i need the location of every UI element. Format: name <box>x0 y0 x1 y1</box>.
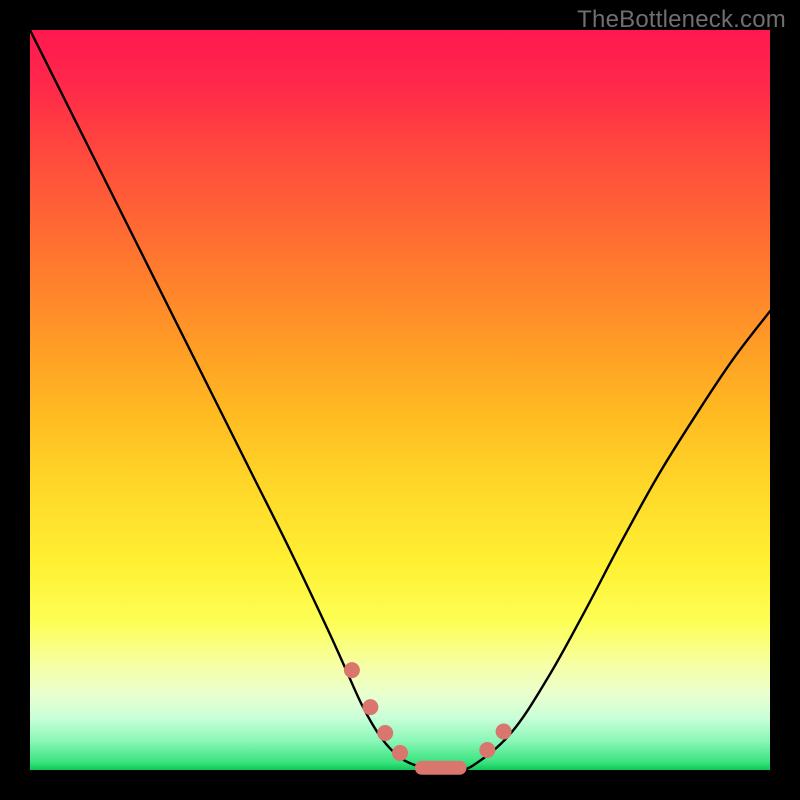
chart-plot-area <box>30 30 770 770</box>
bottleneck-curve <box>30 30 770 771</box>
watermark-text: TheBottleneck.com <box>577 6 786 34</box>
curve-marker-dot <box>362 699 378 715</box>
outer-frame: TheBottleneck.com <box>0 0 800 800</box>
curve-marker-dot <box>392 745 408 761</box>
curve-marker-dot <box>496 724 512 740</box>
curve-marker-dot <box>377 725 393 741</box>
curve-layer <box>30 30 770 770</box>
curve-markers <box>344 662 512 775</box>
curve-flat-segment <box>415 761 467 775</box>
curve-marker-dot <box>479 742 495 758</box>
curve-marker-dot <box>344 662 360 678</box>
